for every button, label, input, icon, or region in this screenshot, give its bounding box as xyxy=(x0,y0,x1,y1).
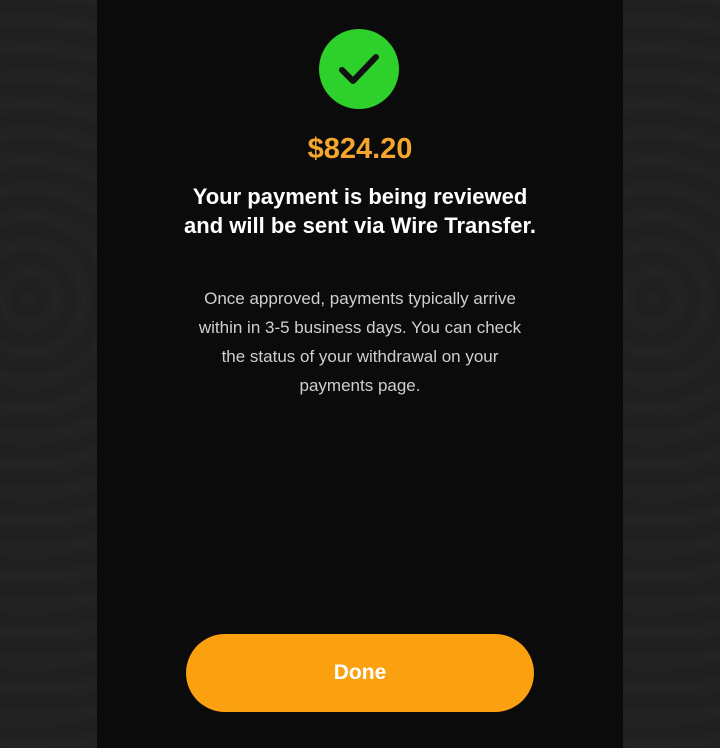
background-right xyxy=(623,0,720,748)
checkmark-icon xyxy=(339,54,379,84)
check-circle-icon xyxy=(319,29,399,109)
payment-confirmation-panel: $824.20 Your payment is being reviewed a… xyxy=(97,0,623,748)
payment-description: Once approved, payments typically arrive… xyxy=(198,289,522,395)
payment-amount: $824.20 xyxy=(307,133,413,165)
payment-headline: Your payment is being reviewed and will … xyxy=(184,184,536,238)
screen: $824.20 Your payment is being reviewed a… xyxy=(0,0,720,748)
done-button[interactable]: Done xyxy=(186,634,534,712)
background-left xyxy=(0,0,97,748)
